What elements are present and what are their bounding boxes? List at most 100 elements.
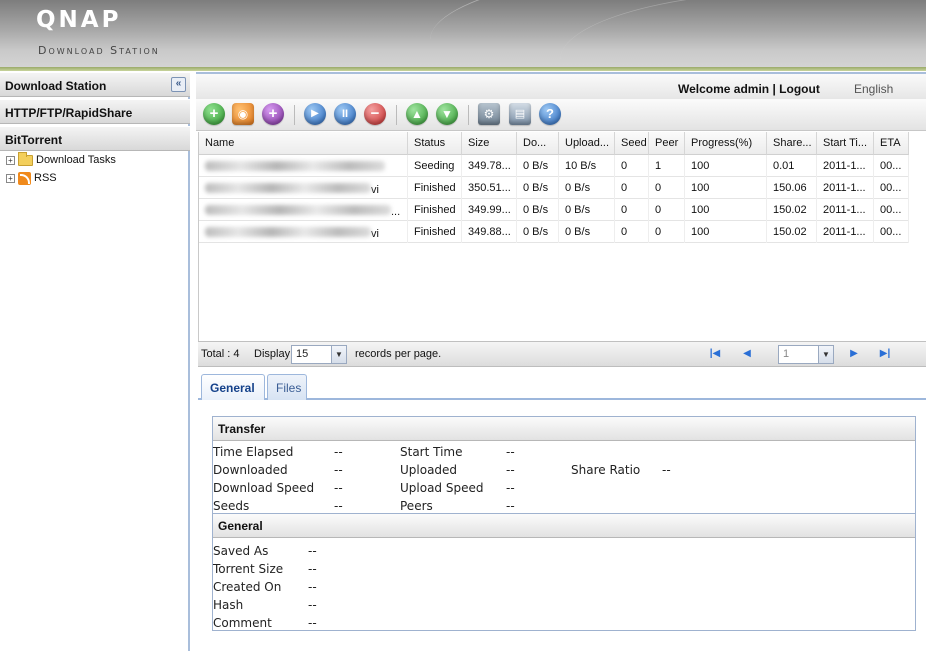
table-row[interactable]: vi Finished 350.51... 0 B/s 0 B/s 0 0 10… bbox=[199, 177, 909, 199]
field-label: Hash bbox=[213, 598, 244, 612]
tab-general[interactable]: General bbox=[201, 374, 265, 400]
sidebar-section-http[interactable]: HTTP/FTP/RapidShare bbox=[0, 99, 190, 124]
pagination-bar: Total : 4 Display 15 ▼ records per page.… bbox=[198, 341, 926, 367]
column-header-download[interactable]: Do... bbox=[517, 132, 559, 155]
qnap-logo: QNAP bbox=[36, 7, 122, 33]
sidebar-title: Download Station « bbox=[0, 72, 190, 97]
cell-upload-speed: 0 B/s bbox=[559, 199, 615, 221]
cell-start-time: 2011-1... bbox=[817, 221, 874, 243]
config-icon[interactable]: ▤ bbox=[509, 103, 531, 125]
expand-icon[interactable]: + bbox=[6, 155, 15, 165]
cell-seed: 0 bbox=[615, 177, 649, 199]
field-label: Download Speed bbox=[213, 481, 315, 495]
move-up-icon[interactable]: ▲ bbox=[406, 103, 428, 125]
cell-progress: 100 bbox=[685, 177, 767, 199]
column-header-peer[interactable]: Peer bbox=[649, 132, 685, 155]
field-label: Peers bbox=[400, 499, 433, 513]
cell-size: 349.78... bbox=[462, 155, 517, 177]
expand-icon[interactable]: + bbox=[6, 173, 15, 183]
last-page-icon[interactable]: ▶| bbox=[878, 347, 892, 361]
tab-files[interactable]: Files bbox=[267, 374, 307, 400]
toolbar-divider bbox=[468, 105, 469, 125]
tree-item-download-tasks[interactable]: + Download Tasks bbox=[6, 151, 116, 169]
column-header-progress[interactable]: Progress(%) bbox=[685, 132, 767, 155]
field-value: -- bbox=[662, 463, 671, 477]
user-bar: Welcome admin | Logout English bbox=[196, 72, 926, 99]
cell-download-speed: 0 B/s bbox=[517, 155, 559, 177]
speed-settings-icon[interactable]: ⚙ bbox=[478, 103, 500, 125]
field-label: Saved As bbox=[213, 544, 269, 558]
cell-progress: 100 bbox=[685, 155, 767, 177]
move-down-icon[interactable]: ▼ bbox=[436, 103, 458, 125]
table-row[interactable]: vi Finished 349.88... 0 B/s 0 B/s 0 0 10… bbox=[199, 221, 909, 243]
toolbar: + ◉ + ▶ II − ▲ ▼ ⚙ ▤ ? bbox=[196, 99, 926, 131]
next-page-icon[interactable]: ▶ bbox=[847, 347, 861, 361]
start-icon[interactable]: ▶ bbox=[304, 103, 326, 125]
cell-peer: 0 bbox=[649, 177, 685, 199]
chevron-down-icon[interactable]: ▼ bbox=[818, 346, 833, 363]
cell-eta: 00... bbox=[874, 155, 909, 177]
welcome-text: Welcome admin | Logout bbox=[678, 82, 820, 96]
app-header: QNAP Download Station bbox=[0, 0, 926, 67]
folder-icon bbox=[18, 151, 33, 166]
sidebar-section-label: HTTP/FTP/RapidShare bbox=[5, 106, 133, 120]
add-url-icon[interactable]: + bbox=[262, 103, 284, 125]
column-header-seed[interactable]: Seed bbox=[615, 132, 649, 155]
cell-status: Finished bbox=[408, 199, 462, 221]
cell-upload-speed: 10 B/s bbox=[559, 155, 615, 177]
help-icon[interactable]: ? bbox=[539, 103, 561, 125]
language-selector[interactable]: English bbox=[854, 82, 893, 96]
column-header-start-time[interactable]: Start Ti... bbox=[817, 132, 874, 155]
cell-name: vi bbox=[199, 221, 408, 243]
collapse-sidebar-button[interactable]: « bbox=[171, 77, 186, 92]
logout-link[interactable]: Logout bbox=[779, 82, 820, 96]
records-per-page-label: records per page. bbox=[355, 348, 442, 360]
cell-start-time: 2011-1... bbox=[817, 177, 874, 199]
add-task-icon[interactable]: + bbox=[203, 103, 225, 125]
previous-page-icon[interactable]: ◀ bbox=[740, 347, 754, 361]
field-value: -- bbox=[308, 544, 317, 558]
first-page-icon[interactable]: |◀ bbox=[708, 347, 722, 361]
add-rss-icon[interactable]: ◉ bbox=[232, 103, 254, 125]
cell-size: 350.51... bbox=[462, 177, 517, 199]
column-header-name[interactable]: Name bbox=[199, 132, 408, 155]
field-label: Upload Speed bbox=[400, 481, 484, 495]
field-value: -- bbox=[334, 499, 343, 513]
name-suffix: ... bbox=[391, 206, 401, 218]
cell-start-time: 2011-1... bbox=[817, 155, 874, 177]
column-header-size[interactable]: Size bbox=[462, 132, 517, 155]
field-value: -- bbox=[308, 598, 317, 612]
cell-peer: 1 bbox=[649, 155, 685, 177]
sidebar-section-bittorrent[interactable]: BitTorrent bbox=[0, 126, 190, 151]
field-label: Created On bbox=[213, 580, 282, 594]
cell-eta: 00... bbox=[874, 199, 909, 221]
column-header-share[interactable]: Share... bbox=[767, 132, 817, 155]
tree-item-rss[interactable]: + RSS bbox=[6, 169, 57, 187]
cell-start-time: 2011-1... bbox=[817, 199, 874, 221]
table-row[interactable]: ... Finished 349.99... 0 B/s 0 B/s 0 0 1… bbox=[199, 199, 909, 221]
field-value: -- bbox=[506, 481, 515, 495]
field-value: -- bbox=[308, 562, 317, 576]
cell-eta: 00... bbox=[874, 177, 909, 199]
chevron-down-icon[interactable]: ▼ bbox=[331, 346, 346, 363]
remove-icon[interactable]: − bbox=[364, 103, 386, 125]
cell-status: Finished bbox=[408, 177, 462, 199]
tree-item-label: Download Tasks bbox=[36, 154, 116, 166]
column-header-eta[interactable]: ETA bbox=[874, 132, 909, 155]
page-number-select[interactable]: 1 ▼ bbox=[778, 345, 834, 364]
rss-icon bbox=[18, 171, 31, 185]
field-label: Seeds bbox=[213, 499, 250, 513]
pause-icon[interactable]: II bbox=[334, 103, 356, 125]
table-row[interactable]: Seeding 349.78... 0 B/s 10 B/s 0 1 100 0… bbox=[199, 155, 909, 177]
column-header-status[interactable]: Status bbox=[408, 132, 462, 155]
cell-upload-speed: 0 B/s bbox=[559, 221, 615, 243]
column-header-upload[interactable]: Upload... bbox=[559, 132, 615, 155]
cell-download-speed: 0 B/s bbox=[517, 199, 559, 221]
cell-status: Seeding bbox=[408, 155, 462, 177]
sidebar-title-label: Download Station bbox=[5, 79, 107, 93]
cell-download-speed: 0 B/s bbox=[517, 177, 559, 199]
cell-name: ... bbox=[199, 199, 408, 221]
field-label: Time Elapsed bbox=[213, 445, 294, 459]
cell-name: vi bbox=[199, 177, 408, 199]
records-per-page-select[interactable]: 15 ▼ bbox=[291, 345, 347, 364]
